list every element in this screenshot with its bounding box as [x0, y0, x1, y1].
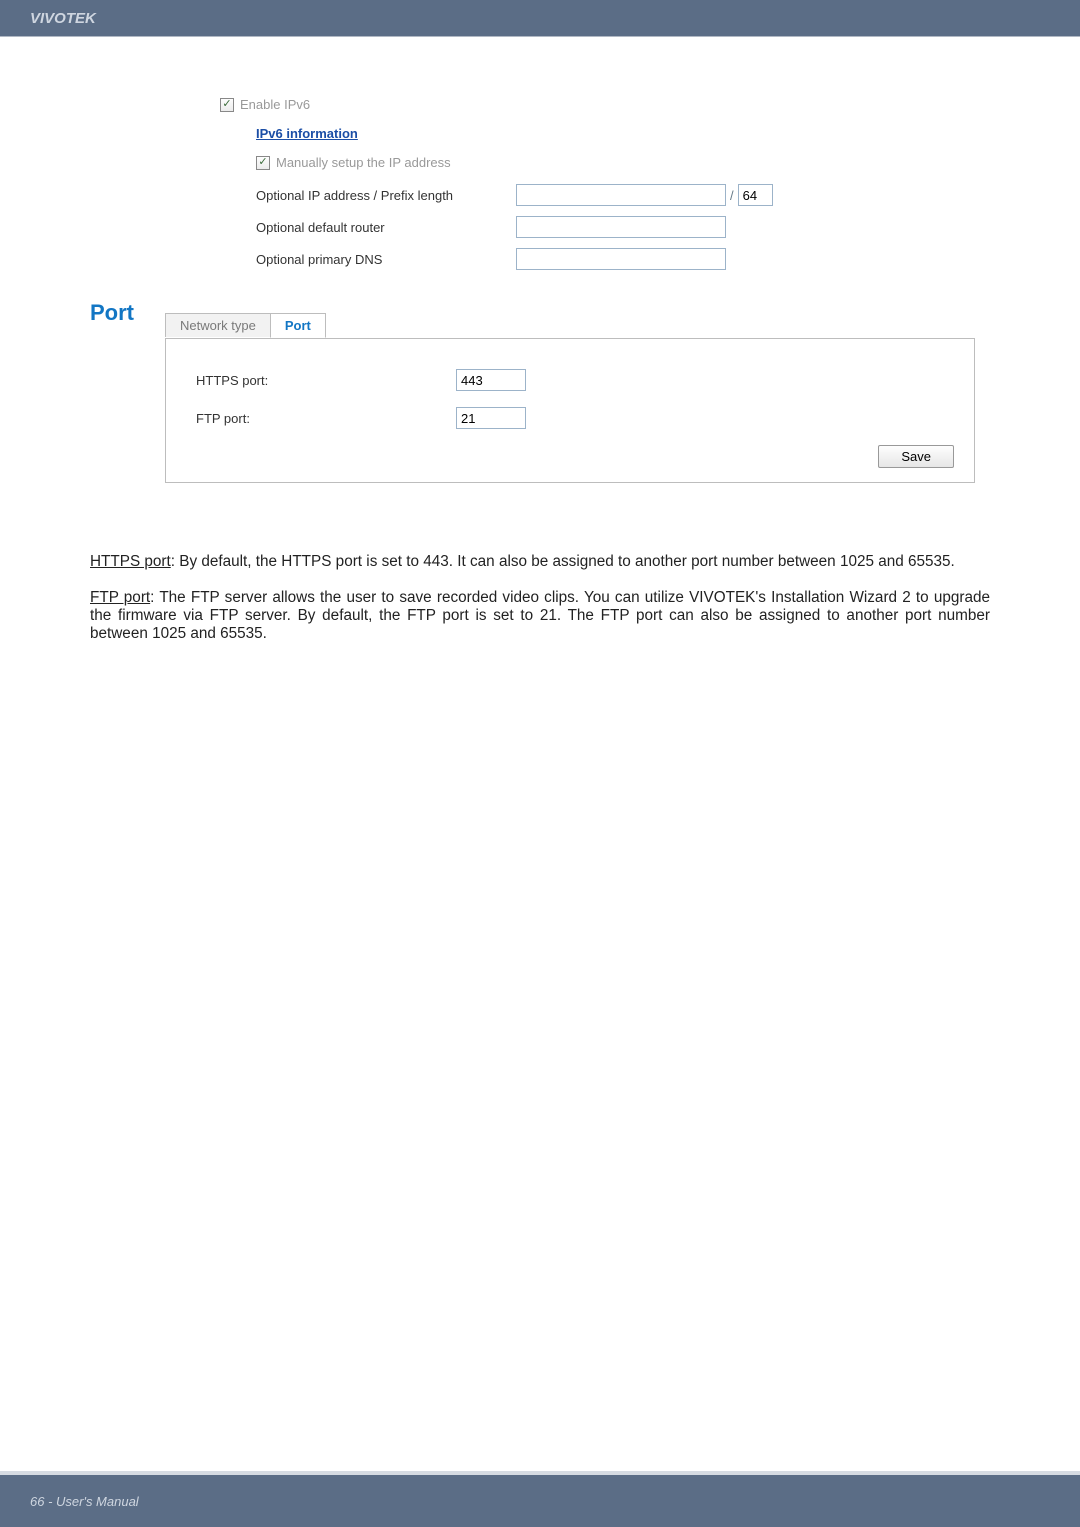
- save-button[interactable]: Save: [878, 445, 954, 468]
- brand-text: VIVOTEK: [30, 10, 96, 27]
- ftp-port-input[interactable]: [456, 407, 526, 429]
- ipv6-information-link[interactable]: IPv6 information: [256, 126, 358, 141]
- https-port-lead: HTTPS port: [90, 553, 171, 570]
- footer-bar: 66 - User's Manual: [0, 1475, 1080, 1527]
- header-bar: VIVOTEK: [0, 0, 1080, 36]
- body-text: HTTPS port: By default, the HTTPS port i…: [90, 553, 990, 643]
- default-router-row: Optional default router: [256, 216, 990, 238]
- primary-dns-row: Optional primary DNS: [256, 248, 990, 270]
- manual-ip-row: ✓ Manually setup the IP address: [256, 155, 990, 170]
- tab-network-type[interactable]: Network type: [165, 313, 271, 337]
- https-port-input[interactable]: [456, 369, 526, 391]
- paragraph-https: HTTPS port: By default, the HTTPS port i…: [90, 553, 990, 571]
- ipv6-details: IPv6 information ✓ Manually setup the IP…: [256, 126, 990, 270]
- paragraph-ftp: FTP port: The FTP server allows the user…: [90, 589, 990, 643]
- page-content: ✓ Enable IPv6 IPv6 information ✓ Manuall…: [0, 37, 1080, 643]
- tab-port[interactable]: Port: [270, 313, 326, 338]
- slash-separator: /: [730, 188, 734, 203]
- prefix-label: Optional IP address / Prefix length: [256, 188, 516, 203]
- enable-ipv6-row: ✓ Enable IPv6: [220, 97, 990, 112]
- enable-ipv6-label: Enable IPv6: [240, 97, 310, 112]
- https-port-rest: : By default, the HTTPS port is set to 4…: [171, 553, 955, 570]
- ftp-port-row: FTP port:: [196, 407, 954, 429]
- https-port-row: HTTPS port:: [196, 369, 954, 391]
- tab-container: Network type Port: [165, 313, 326, 337]
- ftp-port-rest: : The FTP server allows the user to save…: [90, 589, 990, 642]
- https-port-label: HTTPS port:: [196, 373, 456, 388]
- default-router-label: Optional default router: [256, 220, 516, 235]
- default-router-input[interactable]: [516, 216, 726, 238]
- port-panel: Network type Port HTTPS port: FTP port: …: [165, 338, 975, 483]
- prefix-ip-input[interactable]: [516, 184, 726, 206]
- checkbox-manual-ip[interactable]: ✓: [256, 156, 270, 170]
- manual-ip-label: Manually setup the IP address: [276, 155, 451, 170]
- ftp-port-lead: FTP port: [90, 589, 150, 606]
- primary-dns-input[interactable]: [516, 248, 726, 270]
- checkbox-enable-ipv6[interactable]: ✓: [220, 98, 234, 112]
- ftp-port-label: FTP port:: [196, 411, 456, 426]
- footer-text: 66 - User's Manual: [30, 1494, 139, 1509]
- ipv6-section: ✓ Enable IPv6 IPv6 information ✓ Manuall…: [220, 97, 990, 270]
- prefix-length-input[interactable]: [738, 184, 773, 206]
- primary-dns-label: Optional primary DNS: [256, 252, 516, 267]
- prefix-row: Optional IP address / Prefix length /: [256, 184, 990, 206]
